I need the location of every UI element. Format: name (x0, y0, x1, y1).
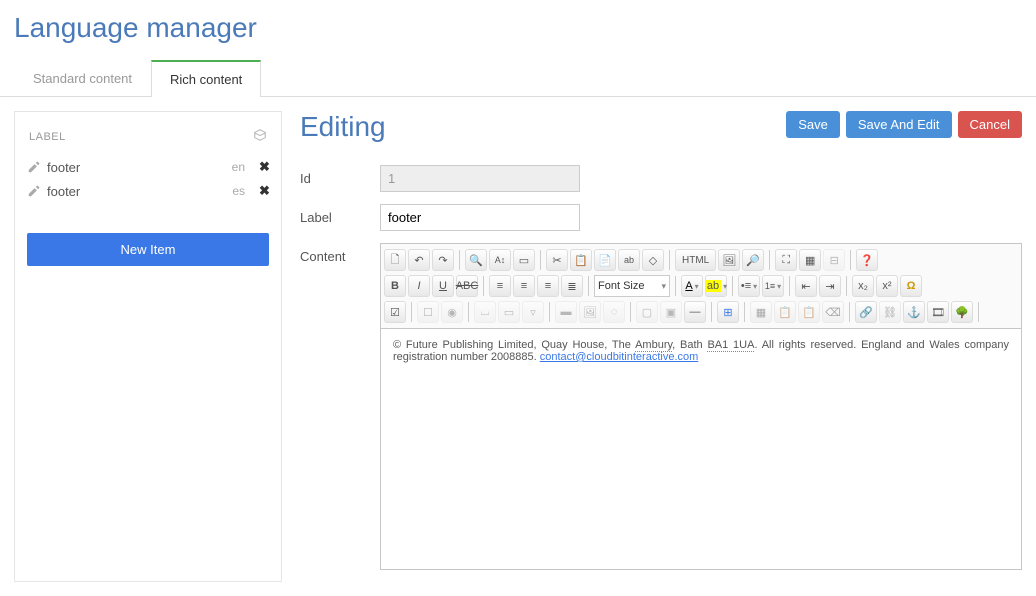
content-text: BA1 1UA (707, 339, 754, 352)
subscript-icon[interactable]: x₂ (852, 275, 874, 297)
item-lang: es (232, 184, 245, 198)
select-field-icon[interactable]: ▿ (522, 301, 544, 323)
preview-icon[interactable]: 🔎 (742, 249, 764, 271)
unlink-icon[interactable]: ⛓ (879, 301, 901, 323)
list-item: footer en ✖ (27, 155, 269, 179)
sidebar-header: LABEL (29, 131, 66, 143)
text-color-icon[interactable]: A (681, 275, 703, 297)
item-name: footer (47, 160, 226, 175)
content-text: © Future Publishing Limited, Quay House,… (393, 339, 635, 351)
indent-icon[interactable]: ⇥ (819, 275, 841, 297)
outdent-icon[interactable]: ⇤ (795, 275, 817, 297)
div-icon[interactable]: ▣ (660, 301, 682, 323)
image-button-icon[interactable]: 🖼 (579, 301, 601, 323)
align-justify-icon[interactable]: ≣ (561, 275, 583, 297)
undo-icon[interactable]: ↶ (408, 249, 430, 271)
underline-icon[interactable]: U (432, 275, 454, 297)
image-icon[interactable]: 🖼 (718, 249, 740, 271)
delete-icon[interactable]: ✖ (259, 159, 269, 175)
content-text: , Bath (672, 339, 707, 351)
tab-standard-content[interactable]: Standard content (14, 60, 151, 97)
new-doc-icon[interactable]: 🗋 (384, 249, 406, 271)
hidden-field-icon[interactable]: ◌ (603, 301, 625, 323)
show-blocks-icon[interactable]: ▦ (799, 249, 821, 271)
table-icon[interactable]: ⊞ (717, 301, 739, 323)
item-name: footer (47, 184, 226, 199)
align-center-icon[interactable]: ≡ (513, 275, 535, 297)
button-field-icon[interactable]: ▬ (555, 301, 577, 323)
template-icon[interactable]: ▦ (750, 301, 772, 323)
tabs: Standard content Rich content (0, 60, 1036, 97)
hr-icon[interactable]: — (684, 301, 706, 323)
id-field (380, 165, 580, 192)
bg-color-icon[interactable]: ab (705, 275, 727, 297)
tab-rich-content[interactable]: Rich content (151, 60, 261, 97)
rich-text-editor: 🗋 ↶ ↷ 🔍 A↕ ▭ ✂ 📋 📄 (380, 243, 1022, 570)
editor-toolbar: 🗋 ↶ ↷ 🔍 A↕ ▭ ✂ 📋 📄 (381, 244, 1021, 329)
edit-icon[interactable] (27, 184, 41, 198)
source-html-button[interactable]: HTML (675, 249, 716, 271)
editing-title: Editing (300, 111, 386, 143)
number-list-icon[interactable]: 1≡ (762, 275, 784, 297)
paste-word-icon[interactable]: 📄 (594, 249, 616, 271)
align-right-icon[interactable]: ≡ (537, 275, 559, 297)
edit-icon[interactable] (27, 160, 41, 174)
anchor-icon[interactable]: ⚓ (903, 301, 925, 323)
id-label: Id (300, 165, 380, 186)
translate-icon[interactable] (253, 128, 267, 145)
clear-format-icon[interactable]: ◇ (642, 249, 664, 271)
iframe-icon[interactable]: ▢ (636, 301, 658, 323)
link-icon[interactable]: 🔗 (855, 301, 877, 323)
save-and-edit-button[interactable]: Save And Edit (846, 111, 952, 138)
editor-content[interactable]: © Future Publishing Limited, Quay House,… (381, 329, 1021, 569)
strike-icon[interactable]: ABC (456, 275, 478, 297)
save-button[interactable]: Save (786, 111, 840, 138)
cut-icon[interactable]: ✂ (546, 249, 568, 271)
label-label: Label (300, 204, 380, 225)
paste-format-icon[interactable]: 📋 (798, 301, 820, 323)
form-icon[interactable]: ☑ (384, 301, 406, 323)
content-label: Content (300, 243, 380, 264)
textarea-icon[interactable]: ▭ (498, 301, 520, 323)
pagebreak-icon[interactable]: ⊟ (823, 249, 845, 271)
redo-icon[interactable]: ↷ (432, 249, 454, 271)
content-email-link[interactable]: contact@cloudbitinteractive.com (540, 351, 699, 363)
page-title: Language manager (0, 0, 1036, 60)
select-all-icon[interactable]: ▭ (513, 249, 535, 271)
delete-icon[interactable]: ✖ (259, 183, 269, 199)
bold-icon[interactable]: B (384, 275, 406, 297)
embed-icon[interactable]: 🌳 (951, 301, 973, 323)
special-char-icon[interactable]: Ω (900, 275, 922, 297)
textfield-icon[interactable]: ⌴ (474, 301, 496, 323)
maximize-icon[interactable]: ⛶ (775, 249, 797, 271)
spellcheck-icon[interactable]: ab (618, 249, 640, 271)
list-item: footer es ✖ (27, 179, 269, 203)
replace-icon[interactable]: A↕ (489, 249, 511, 271)
main-panel: Editing Save Save And Edit Cancel Id Lab… (300, 111, 1022, 582)
remove-format-icon[interactable]: ⌫ (822, 301, 844, 323)
media-icon[interactable]: 🎞 (927, 301, 949, 323)
find-icon[interactable]: 🔍 (465, 249, 487, 271)
align-left-icon[interactable]: ≡ (489, 275, 511, 297)
superscript-icon[interactable]: x² (876, 275, 898, 297)
checkbox-icon[interactable]: ☐ (417, 301, 439, 323)
copy-format-icon[interactable]: 📋 (774, 301, 796, 323)
item-lang: en (232, 160, 245, 174)
bullet-list-icon[interactable]: •≡ (738, 275, 760, 297)
cancel-button[interactable]: Cancel (958, 111, 1022, 138)
help-icon[interactable]: ❓ (856, 249, 878, 271)
radio-icon[interactable]: ◉ (441, 301, 463, 323)
paste-text-icon[interactable]: 📋 (570, 249, 592, 271)
italic-icon[interactable]: I (408, 275, 430, 297)
sidebar: LABEL footer en ✖ footer es ✖ (14, 111, 282, 582)
new-item-button[interactable]: New Item (27, 233, 269, 266)
font-size-select[interactable]: Font Size (594, 275, 670, 297)
label-field[interactable] (380, 204, 580, 231)
